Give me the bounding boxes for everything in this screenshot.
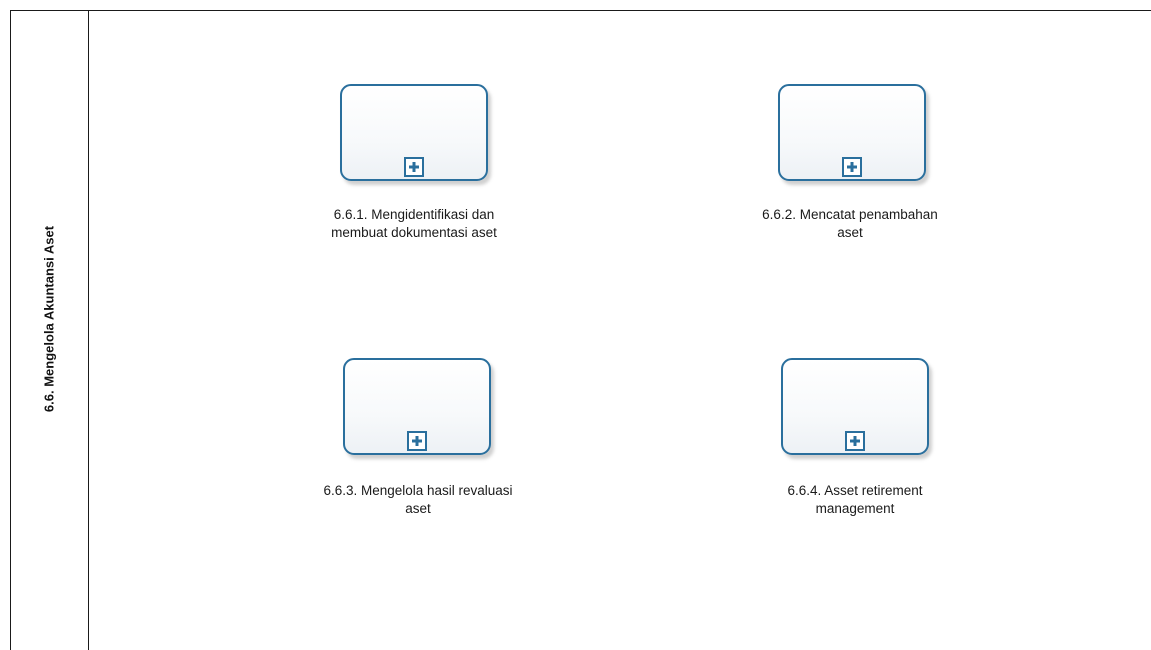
task-label-6-6-4: 6.6.4. Asset retirement management	[787, 483, 923, 516]
subprocess-task-6-6-2[interactable]	[778, 84, 926, 181]
expand-subprocess-icon[interactable]	[842, 157, 862, 177]
pool-border	[10, 10, 1151, 650]
plus-icon	[409, 162, 419, 172]
expand-subprocess-icon[interactable]	[404, 157, 424, 177]
subprocess-task-6-6-1[interactable]	[340, 84, 488, 181]
plus-icon	[412, 436, 422, 446]
task-label-6-6-3: 6.6.3. Mengelola hasil revaluasi aset	[323, 483, 513, 516]
subprocess-task-6-6-4[interactable]	[781, 358, 929, 455]
subprocess-task-6-6-3[interactable]	[343, 358, 491, 455]
plus-icon	[847, 162, 857, 172]
expand-subprocess-icon[interactable]	[845, 431, 865, 451]
task-label-6-6-1: 6.6.1. Mengidentifikasi dan membuat doku…	[331, 207, 497, 240]
expand-subprocess-icon[interactable]	[407, 431, 427, 451]
lane-title: 6.6. Mengelola Akuntansi Aset	[41, 225, 57, 413]
task-label-6-6-2: 6.6.2. Mencatat penambahan aset	[762, 207, 938, 240]
plus-icon	[850, 436, 860, 446]
